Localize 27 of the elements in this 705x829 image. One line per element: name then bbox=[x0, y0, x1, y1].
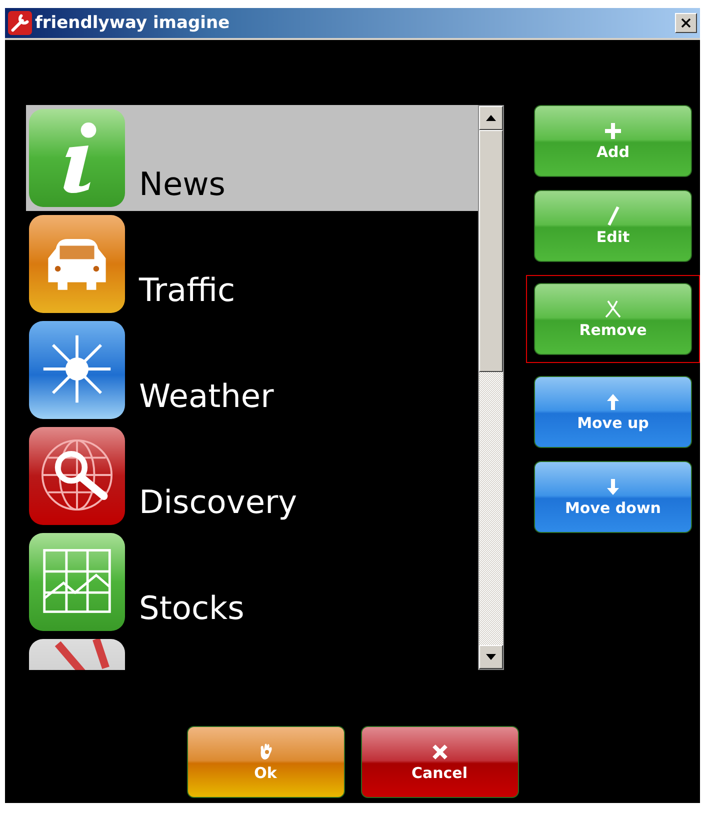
list-item-label: News bbox=[139, 165, 226, 205]
close-icon bbox=[430, 742, 450, 762]
list-item[interactable]: Discovery bbox=[26, 423, 478, 529]
car-icon bbox=[29, 215, 125, 313]
globe-magnifier-icon bbox=[29, 427, 125, 525]
list-item[interactable]: News bbox=[26, 105, 478, 211]
scrollbar[interactable] bbox=[478, 105, 504, 670]
scrollbar-thumb[interactable] bbox=[479, 130, 503, 372]
info-icon bbox=[29, 109, 125, 207]
chart-icon bbox=[29, 533, 125, 631]
list-item[interactable]: Traffic bbox=[26, 211, 478, 317]
list-item[interactable]: Stocks bbox=[26, 529, 478, 635]
list-item-label: Stocks bbox=[139, 589, 244, 629]
list-item-label: Discovery bbox=[139, 483, 298, 523]
list-item-label: Weather bbox=[139, 377, 274, 417]
cross-icon bbox=[603, 299, 623, 319]
plus-icon bbox=[603, 121, 623, 141]
close-button[interactable] bbox=[675, 13, 697, 33]
cancel-button[interactable]: Cancel bbox=[360, 726, 518, 798]
sun-icon bbox=[29, 321, 125, 419]
close-icon bbox=[681, 18, 691, 28]
window-title: friendlyway imagine bbox=[35, 13, 231, 33]
move-up-button[interactable]: Move up bbox=[534, 376, 692, 448]
list-item[interactable]: Weather bbox=[26, 317, 478, 423]
move-down-button[interactable]: Move down bbox=[534, 461, 692, 533]
wrench-icon bbox=[8, 11, 32, 35]
list-item-label: Traffic bbox=[139, 271, 236, 311]
